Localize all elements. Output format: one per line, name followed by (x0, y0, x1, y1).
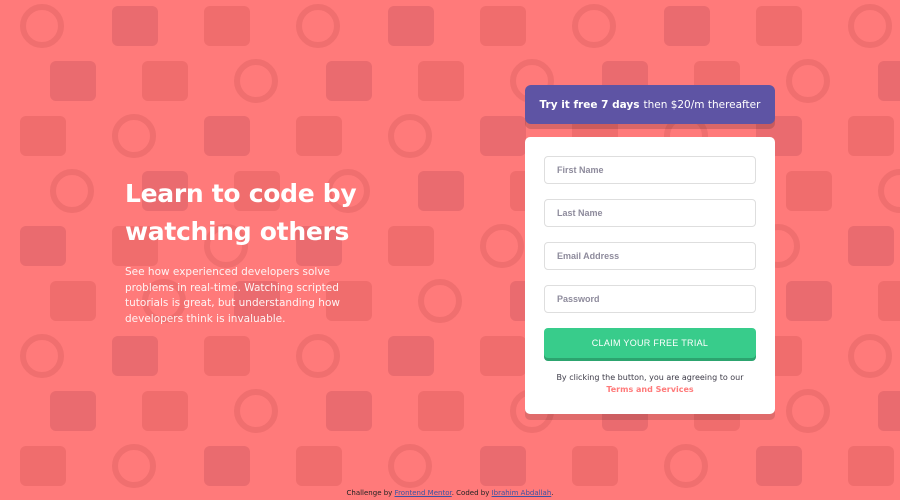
attribution-prefix: Challenge by (346, 489, 393, 497)
promo-rest-text: then $20/m thereafter (643, 98, 761, 111)
background-icon (234, 59, 278, 103)
background-icon (142, 61, 188, 101)
background-icon (572, 4, 616, 48)
background-icon (296, 116, 342, 156)
password-field[interactable] (544, 285, 756, 313)
background-icon (786, 389, 830, 433)
background-icon (786, 281, 832, 321)
email-field[interactable] (544, 242, 756, 270)
frontend-mentor-link[interactable]: Frontend Mentor (395, 489, 452, 497)
background-icon (112, 6, 158, 46)
background-icon (848, 4, 892, 48)
background-icon (664, 444, 708, 488)
background-icon (848, 446, 894, 486)
background-icon (50, 169, 94, 213)
hero-title: Learn to code by watching others (125, 175, 380, 251)
background-icon (388, 336, 434, 376)
background-icon (388, 226, 434, 266)
background-icon (20, 446, 66, 486)
background-icon (50, 281, 96, 321)
background-icon (112, 444, 156, 488)
background-icon (326, 61, 372, 101)
background-icon (388, 114, 432, 158)
background-icon (786, 171, 832, 211)
background-icon (204, 116, 250, 156)
background-icon (878, 169, 900, 213)
background-icon (878, 281, 900, 321)
background-icon (204, 446, 250, 486)
first-name-field[interactable] (544, 156, 756, 184)
background-icon (50, 61, 96, 101)
terms-notice: By clicking the button, you are agreeing… (544, 372, 756, 395)
background-icon (112, 114, 156, 158)
background-icon (234, 389, 278, 433)
background-icon (480, 116, 526, 156)
promo-banner: Try it free 7 days then $20/m thereafter (525, 85, 775, 124)
background-icon (418, 391, 464, 431)
background-icon (848, 116, 894, 156)
background-icon (388, 6, 434, 46)
background-icon (418, 279, 462, 323)
background-icon (326, 391, 372, 431)
background-icon (878, 391, 900, 431)
background-icon (112, 336, 158, 376)
attribution-suffix: . (551, 489, 554, 497)
hero-section: Learn to code by watching others See how… (125, 175, 380, 327)
background-icon (664, 6, 710, 46)
background-icon (480, 336, 526, 376)
background-icon (296, 446, 342, 486)
background-icon (20, 4, 64, 48)
background-icon (296, 4, 340, 48)
background-icon (756, 6, 802, 46)
promo-bold-text: Try it free 7 days (539, 98, 640, 111)
claim-trial-button[interactable]: CLAIM YOUR FREE TRIAL (544, 328, 756, 358)
background-icon (756, 446, 802, 486)
background-icon (296, 334, 340, 378)
background-icon (388, 444, 432, 488)
background-icon (848, 226, 894, 266)
background-icon (20, 116, 66, 156)
background-icon (786, 59, 830, 103)
hero-description: See how experienced developers solve pro… (125, 266, 340, 325)
background-icon (480, 446, 526, 486)
background-icon (142, 391, 188, 431)
background-icon (204, 6, 250, 46)
background-icon (572, 446, 618, 486)
signup-form: CLAIM YOUR FREE TRIAL By clicking the bu… (525, 137, 775, 414)
background-icon (204, 336, 250, 376)
background-icon (480, 6, 526, 46)
background-icon (20, 334, 64, 378)
background-icon (50, 391, 96, 431)
author-link[interactable]: Ibrahim Abdallah (492, 489, 552, 497)
hero-title-line1: Learn to code by (125, 179, 357, 208)
hero-title-line2: watching others (125, 217, 350, 246)
attribution: Challenge by Frontend Mentor. Coded by I… (0, 489, 900, 497)
background-icon (878, 61, 900, 101)
background-icon (418, 61, 464, 101)
background-icon (480, 224, 524, 268)
terms-prefix: By clicking the button, you are agreeing… (556, 373, 744, 382)
attribution-middle: . Coded by (451, 489, 490, 497)
background-icon (20, 226, 66, 266)
last-name-field[interactable] (544, 199, 756, 227)
background-icon (848, 334, 892, 378)
background-icon (418, 171, 464, 211)
terms-link[interactable]: Terms and Services (606, 385, 693, 394)
